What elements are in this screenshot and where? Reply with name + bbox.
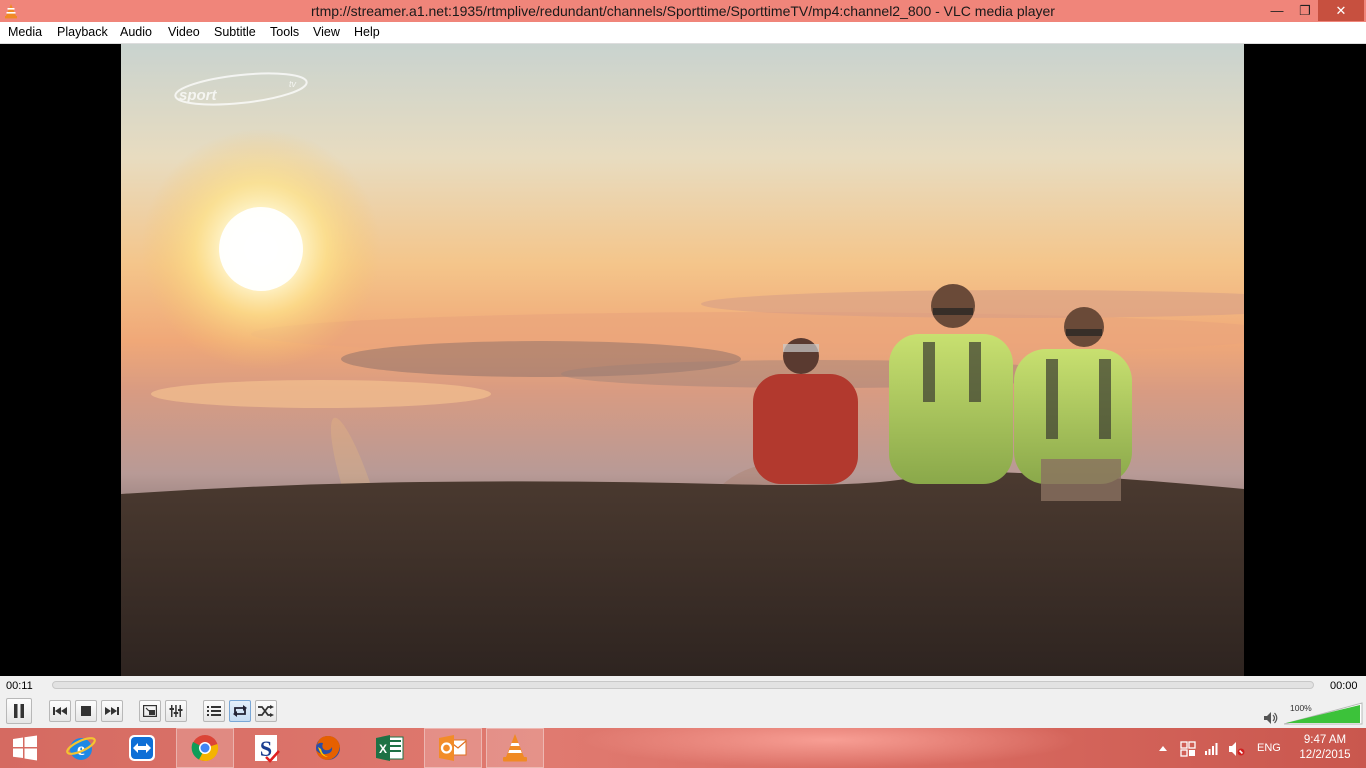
minimize-button[interactable]: — [1262, 0, 1292, 21]
clock-date: 12/2/2015 [1299, 749, 1351, 761]
menu-view[interactable]: View [313, 25, 340, 39]
firefox-icon [316, 736, 340, 760]
loop-button[interactable] [229, 700, 251, 722]
window-title: rtmp://streamer.a1.net:1935/rtmplive/red… [311, 3, 1055, 19]
svg-text:X: X [379, 742, 387, 756]
input-language[interactable]: ENG [1257, 742, 1281, 754]
maximize-button[interactable]: ❐ [1292, 0, 1318, 21]
clock[interactable]: 9:47 AM 12/2/2015 [1290, 733, 1360, 763]
menu-media[interactable]: Media [8, 25, 42, 39]
previous-button[interactable] [49, 700, 71, 722]
action-center-icon[interactable] [1180, 741, 1196, 757]
taskbar: e S X ENG 9:47 AM 12/2/2015 [0, 728, 1366, 768]
close-button[interactable]: ✕ [1318, 0, 1364, 21]
clock-time: 9:47 AM [1303, 734, 1347, 746]
outlook-icon [439, 735, 467, 761]
remaining-time: 00:00 [1330, 680, 1358, 692]
taskbar-outlook[interactable] [424, 728, 482, 768]
speaker-icon[interactable] [1264, 712, 1278, 724]
menu-audio[interactable]: Audio [120, 25, 152, 39]
pause-icon [14, 704, 24, 718]
excel-icon: X [376, 735, 404, 761]
show-hidden-icons-icon[interactable] [1158, 744, 1168, 752]
taskbar-teamviewer[interactable] [113, 728, 171, 768]
volume-slider[interactable] [1284, 702, 1364, 726]
start-button[interactable] [0, 728, 50, 768]
stop-button[interactable] [75, 700, 97, 722]
close-icon: ✕ [1335, 2, 1347, 18]
minimize-icon: — [1270, 3, 1284, 18]
menu-bar: Media Playback Audio Video Subtitle Tool… [0, 22, 1366, 44]
menu-tools[interactable]: Tools [270, 25, 299, 39]
elapsed-time: 00:11 [6, 680, 33, 692]
taskbar-vlc[interactable] [486, 728, 544, 768]
video-frame[interactable]: sport tv [121, 44, 1244, 676]
video-area[interactable]: sport tv [0, 44, 1366, 676]
taskbar-chrome[interactable] [176, 728, 234, 768]
vlc-icon [503, 734, 527, 762]
playlist-icon [207, 706, 221, 716]
fullscreen-icon [143, 705, 157, 717]
next-icon [105, 707, 119, 715]
channel-logo-suffix: tv [289, 79, 297, 89]
internet-explorer-icon: e [66, 737, 96, 760]
volume-muted-icon[interactable] [1229, 741, 1245, 757]
pause-button[interactable] [6, 698, 32, 724]
network-signal-icon[interactable] [1204, 741, 1220, 755]
next-button[interactable] [101, 700, 123, 722]
loop-icon [233, 705, 247, 717]
menu-help[interactable]: Help [354, 25, 380, 39]
menu-playback[interactable]: Playback [57, 25, 108, 39]
wallpaper-glow [580, 728, 1080, 768]
taskbar-excel[interactable]: X [361, 728, 419, 768]
chrome-icon [191, 735, 219, 762]
previous-icon [53, 707, 67, 715]
taskbar-app-s[interactable]: S [237, 728, 295, 768]
playlist-button[interactable] [203, 700, 225, 722]
menu-subtitle[interactable]: Subtitle [214, 25, 256, 39]
extended-settings-button[interactable] [165, 700, 187, 722]
taskbar-internet-explorer[interactable]: e [52, 728, 110, 768]
shuffle-icon [258, 705, 274, 717]
channel-logo-text: sport [179, 87, 218, 104]
controls-panel: 00:11 00:00 100% [0, 676, 1366, 728]
menu-video[interactable]: Video [168, 25, 200, 39]
s-app-icon: S [255, 735, 280, 763]
stop-icon [81, 706, 91, 716]
shuffle-button[interactable] [255, 700, 277, 722]
fullscreen-button[interactable] [139, 700, 161, 722]
seek-slider[interactable] [52, 681, 1314, 689]
title-bar: rtmp://streamer.a1.net:1935/rtmplive/red… [0, 0, 1366, 22]
restore-icon: ❐ [1299, 2, 1311, 18]
equalizer-icon [169, 705, 183, 717]
windows-icon [13, 735, 37, 761]
taskbar-firefox[interactable] [299, 728, 357, 768]
teamviewer-icon [129, 735, 155, 761]
